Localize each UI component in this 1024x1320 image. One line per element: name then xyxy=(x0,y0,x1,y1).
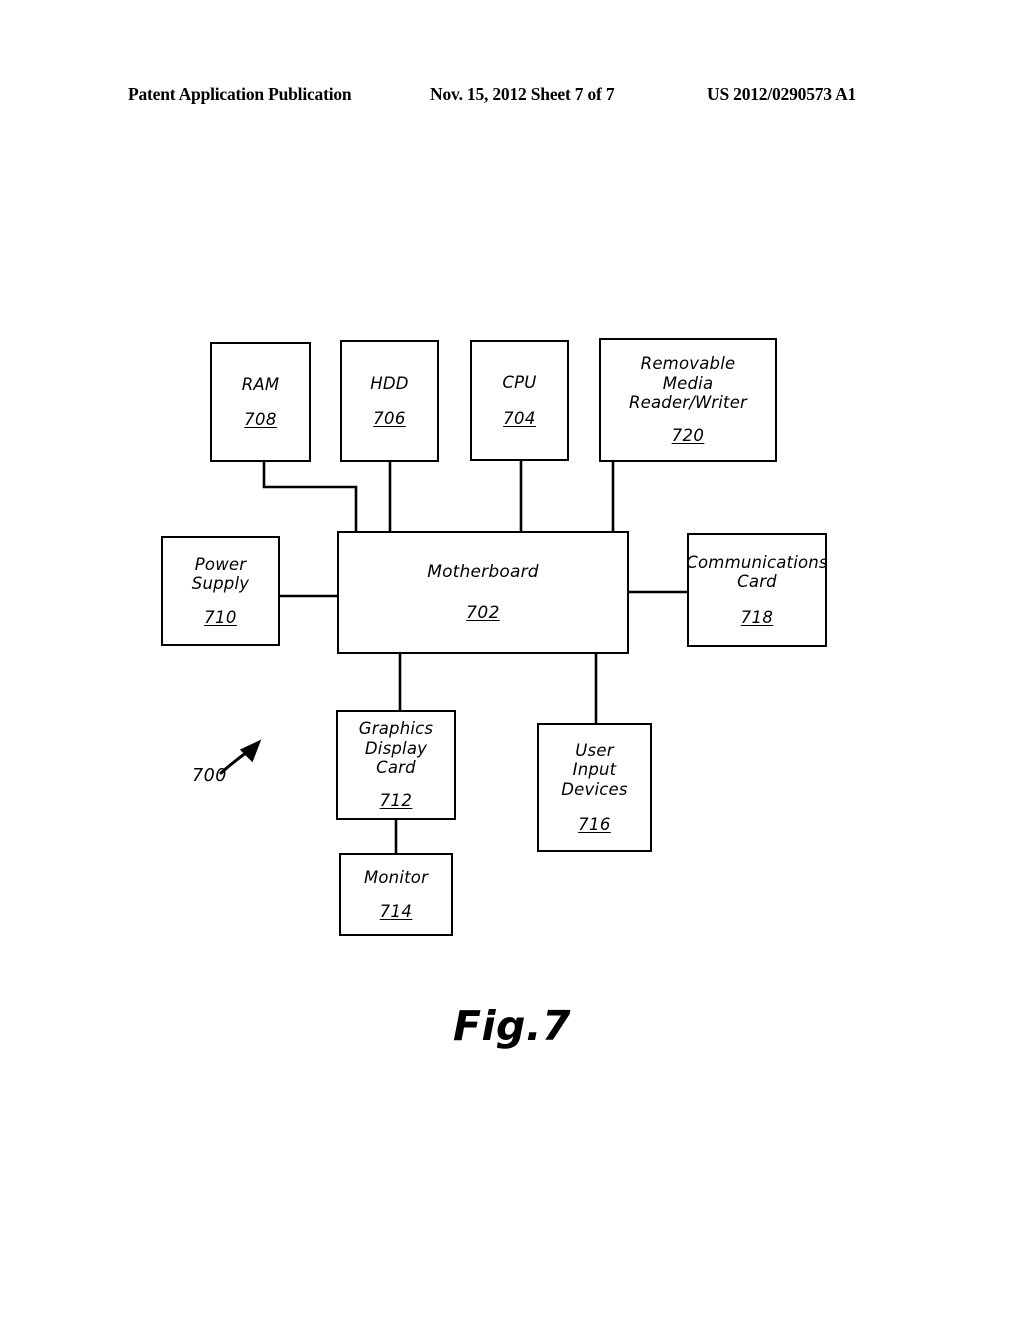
node-graphics-ref: 712 xyxy=(379,791,413,811)
node-motherboard-label: Motherboard xyxy=(427,562,539,583)
figure-caption: Fig.7 xyxy=(452,1002,571,1050)
node-userinput-ref: 716 xyxy=(578,814,611,834)
node-comms-label: Communications Card xyxy=(686,552,828,592)
node-monitor-label: Monitor xyxy=(363,868,429,888)
node-ram-ref: 708 xyxy=(244,410,277,429)
wire-ram-motherboard xyxy=(262,460,358,533)
node-cpu-label: CPU xyxy=(502,373,537,393)
node-motherboard: Motherboard 702 xyxy=(337,531,629,654)
system-reference-label: 700 xyxy=(192,766,227,786)
node-removable-label: Removable Media Reader/Writer xyxy=(628,354,748,412)
node-graphics-display-card: Graphics Display Card 712 xyxy=(336,710,456,820)
node-hdd-label: HDD xyxy=(370,373,409,393)
node-removable-ref: 720 xyxy=(671,426,705,446)
node-graphics-label: Graphics Display Card xyxy=(358,719,434,777)
node-power-ref: 710 xyxy=(204,607,237,627)
node-ram: RAM 708 xyxy=(210,342,311,462)
node-motherboard-ref: 702 xyxy=(466,602,500,623)
node-power-supply: Power Supply 710 xyxy=(161,536,280,646)
node-user-input-devices: User Input Devices 716 xyxy=(537,723,652,852)
node-ram-label: RAM xyxy=(241,374,280,394)
block-diagram: RAM 708 HDD 706 CPU 704 Removable Media … xyxy=(0,0,1024,1320)
node-monitor-ref: 714 xyxy=(379,901,413,921)
node-removable-media-reader-writer: Removable Media Reader/Writer 720 xyxy=(599,338,777,462)
node-hdd: HDD 706 xyxy=(340,340,439,462)
node-monitor: Monitor 714 xyxy=(339,853,453,936)
node-hdd-ref: 706 xyxy=(373,409,406,428)
node-cpu-ref: 704 xyxy=(503,408,536,428)
connector-lines xyxy=(219,459,689,855)
node-userinput-label: User Input Devices xyxy=(561,740,628,799)
node-communications-card: Communications Card 718 xyxy=(686,533,828,647)
node-cpu: CPU 704 xyxy=(470,340,569,461)
node-power-label: Power Supply xyxy=(191,554,250,594)
node-comms-ref: 718 xyxy=(740,607,774,627)
